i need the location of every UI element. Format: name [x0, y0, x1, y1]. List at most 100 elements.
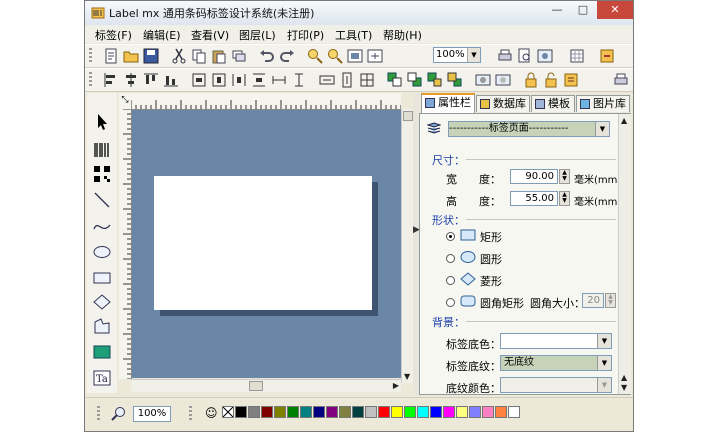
menu-view[interactable]: 查看(V)	[191, 27, 229, 43]
print-preview-icon[interactable]	[103, 48, 119, 64]
align-top-icon[interactable]	[143, 72, 159, 88]
chevron-down-icon[interactable]: ▼	[595, 122, 609, 136]
menu-tools[interactable]: 工具(T)	[335, 27, 372, 43]
color-swatch[interactable]	[482, 406, 494, 418]
object-select[interactable]: -----------标签页面----------- ▼	[448, 121, 610, 137]
center-vertical-icon[interactable]	[211, 72, 227, 88]
zoom-out-icon[interactable]	[327, 48, 343, 64]
toolbar-grip[interactable]	[89, 48, 92, 64]
color-swatch[interactable]	[352, 406, 364, 418]
chevron-down-icon[interactable]: ▼	[597, 378, 611, 392]
align-center-icon[interactable]	[123, 72, 139, 88]
corner-size-input[interactable]: 20	[582, 293, 604, 308]
open-icon[interactable]	[123, 48, 139, 64]
scroll-thumb[interactable]	[249, 381, 263, 391]
scroll-up-icon[interactable]: ▲	[621, 116, 627, 125]
shape-rounded-rect-label[interactable]: 圆角矩形	[480, 295, 524, 311]
bg-pattern-select[interactable]: 无底纹 ▼	[500, 355, 612, 371]
toolbar-grip[interactable]	[89, 72, 92, 88]
tab-properties[interactable]: 属性栏	[421, 93, 475, 113]
color-swatch[interactable]	[391, 406, 403, 418]
properties-icon[interactable]	[563, 72, 579, 88]
lock-icon[interactable]	[523, 72, 539, 88]
chevron-down-icon[interactable]: ▼	[467, 48, 480, 62]
color-swatch[interactable]	[261, 406, 273, 418]
text-icon[interactable]: Ta	[93, 369, 111, 387]
layers-icon[interactable]	[231, 48, 247, 64]
canvas[interactable]	[132, 110, 401, 378]
zoom-select[interactable]: 100% ▼	[433, 47, 481, 63]
color-swatch[interactable]	[326, 406, 338, 418]
polygon-icon[interactable]	[93, 317, 111, 335]
shape-diamond-label[interactable]: 菱形	[480, 273, 502, 289]
send-back-icon[interactable]	[407, 72, 423, 88]
shape-rounded-rect-radio[interactable]	[446, 298, 455, 307]
color-swatch[interactable]	[495, 406, 507, 418]
zoom-icon[interactable]	[111, 406, 127, 422]
smiley-icon[interactable]: ☺	[205, 406, 218, 420]
actual-size-icon[interactable]	[367, 48, 383, 64]
center-horizontal-icon[interactable]	[191, 72, 207, 88]
corner-size-stepper[interactable]: ▲ ▼	[605, 293, 616, 308]
align-bottom-icon[interactable]	[163, 72, 179, 88]
chevron-down-icon[interactable]: ▼	[597, 356, 611, 370]
diamond-icon[interactable]	[93, 293, 111, 311]
color-swatch[interactable]	[404, 406, 416, 418]
pointer-icon[interactable]	[93, 113, 111, 131]
image-icon[interactable]	[93, 343, 111, 361]
rectangle-icon[interactable]	[93, 269, 111, 287]
width-stepper[interactable]: ▲ ▼	[559, 169, 570, 184]
color-swatch[interactable]	[300, 406, 312, 418]
pattern-color-select[interactable]: ▼	[500, 377, 612, 393]
zoom-in-icon[interactable]	[307, 48, 323, 64]
menu-edit[interactable]: 编辑(E)	[143, 27, 181, 43]
height-stepper[interactable]: ▲ ▼	[559, 191, 570, 206]
menu-label[interactable]: 标签(F)	[95, 27, 132, 43]
exit-icon[interactable]	[599, 48, 615, 64]
statusbar-grip[interactable]	[97, 406, 100, 422]
color-swatch[interactable]	[274, 406, 286, 418]
menu-layer[interactable]: 图层(L)	[239, 27, 276, 43]
shape-circle-radio[interactable]	[446, 254, 455, 263]
tab-images[interactable]: 图片库	[576, 95, 630, 112]
undo-icon[interactable]	[259, 48, 275, 64]
redo-icon[interactable]	[279, 48, 295, 64]
menu-help[interactable]: 帮助(H)	[383, 27, 422, 43]
shape-circle-label[interactable]: 圆形	[480, 251, 502, 267]
ellipse-icon[interactable]	[93, 243, 111, 261]
copy-icon[interactable]	[191, 48, 207, 64]
barcode-icon[interactable]	[93, 141, 111, 159]
color-swatch[interactable]	[235, 406, 247, 418]
shape-rectangle-label[interactable]: 矩形	[480, 229, 502, 245]
printer-setup-icon[interactable]	[613, 72, 629, 88]
same-height-icon[interactable]	[291, 72, 307, 88]
status-zoom[interactable]: 100%	[133, 406, 171, 422]
backward-icon[interactable]	[447, 72, 463, 88]
scroll-down-icon[interactable]: ▼	[621, 383, 627, 392]
scroll-thumb[interactable]	[403, 111, 413, 121]
no-color-swatch[interactable]	[222, 406, 234, 418]
align-left-icon[interactable]	[103, 72, 119, 88]
width-input[interactable]: 90.00	[510, 169, 558, 184]
qrcode-icon[interactable]	[93, 165, 111, 183]
distribute-v-icon[interactable]	[251, 72, 267, 88]
maximize-button[interactable]: □	[571, 1, 595, 19]
color-swatch[interactable]	[456, 406, 468, 418]
color-swatch[interactable]	[313, 406, 325, 418]
same-width-icon[interactable]	[271, 72, 287, 88]
space-h-icon[interactable]	[319, 72, 335, 88]
same-size-icon[interactable]	[359, 72, 375, 88]
close-button[interactable]: ✕	[597, 1, 633, 19]
group-icon[interactable]	[475, 72, 491, 88]
unlock-icon[interactable]	[543, 72, 559, 88]
shape-diamond-radio[interactable]	[446, 276, 455, 285]
bring-front-icon[interactable]	[387, 72, 403, 88]
color-swatch[interactable]	[508, 406, 520, 418]
cut-icon[interactable]	[171, 48, 187, 64]
color-swatch[interactable]	[287, 406, 299, 418]
color-swatch[interactable]	[469, 406, 481, 418]
search-icon[interactable]	[517, 48, 533, 64]
color-swatch[interactable]	[248, 406, 260, 418]
color-swatch[interactable]	[365, 406, 377, 418]
paste-icon[interactable]	[211, 48, 227, 64]
